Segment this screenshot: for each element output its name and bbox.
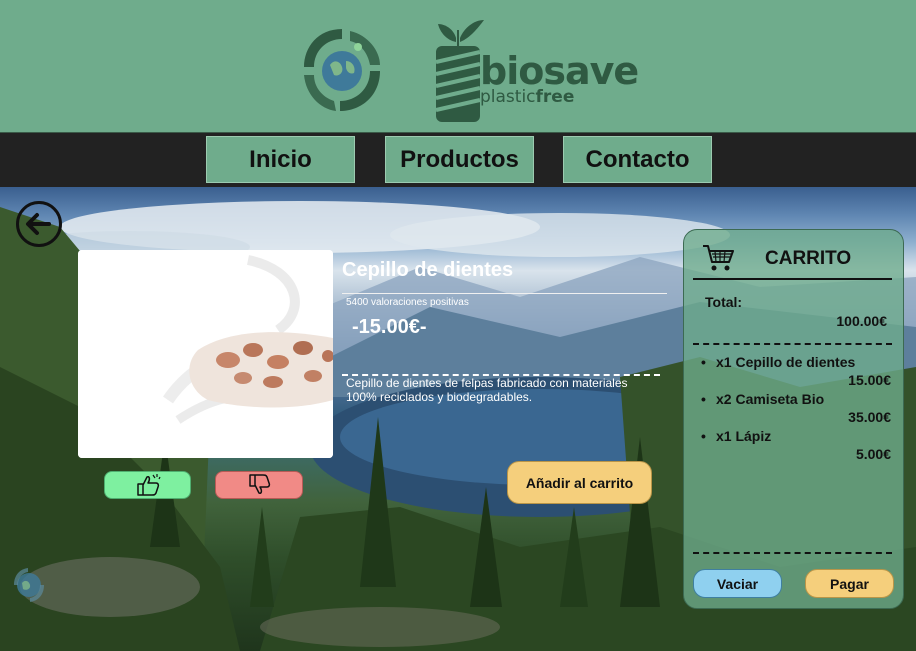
product-price: -15.00€- [352,316,427,338]
cart-item-price: 5.00€ [855,446,891,462]
nav-item-inicio[interactable]: Inicio [206,136,355,183]
small-globe-icon [14,568,44,602]
empty-cart-button[interactable]: Vaciar [693,569,782,598]
cart-item-list: • x1 Cepillo de dientes 15.00€ • x2 Cami… [701,354,891,465]
cart-total-label: Total: [705,294,743,310]
title-divider [342,293,667,294]
brand-tagline-prefix: plastic [480,87,536,107]
cart-header-divider [693,278,892,280]
cart-item: • x2 Camiseta Bio 35.00€ [701,391,891,428]
arrow-left-icon [26,213,51,235]
thumbs-down-icon [249,474,271,494]
back-button[interactable] [16,201,62,247]
pay-button[interactable]: Pagar [805,569,894,598]
add-to-cart-button[interactable]: Añadir al carrito [507,461,652,504]
product-description: Cepillo de dientes de felpas fabricado c… [346,376,628,404]
cart-item-bullet: • [701,428,706,444]
shopping-cart-icon [703,245,734,271]
product-ratings: 5400 valoraciones positivas [346,297,469,308]
cart-panel: CARRITO Total: 100.00€ • x1 Cepillo de d… [683,229,904,609]
cart-divider-bottom [693,552,892,554]
toothbrush-image [78,250,333,458]
brand-wordmark: biosave plasticfree [480,49,639,107]
cart-title: CARRITO [765,248,852,269]
cart-item-price: 35.00€ [848,409,891,425]
cart-item: • x1 Cepillo de dientes 15.00€ [701,354,891,391]
site-header: biosave plasticfree [0,0,916,133]
product-image [78,250,333,458]
recycle-globe-icon [304,29,380,111]
brand-tagline-suffix: free [535,87,575,107]
nav-item-productos[interactable]: Productos [385,136,534,183]
cart-item-name: x2 Camiseta Bio [716,391,825,407]
dislike-button[interactable] [215,471,303,499]
cart-total-value: 100.00€ [836,313,887,329]
thumbs-up-icon [136,474,161,496]
nav-item-contacto[interactable]: Contacto [563,136,712,183]
product-title: Cepillo de dientes [342,259,514,281]
bottle-leaf-icon [435,20,484,122]
cart-divider-top [693,343,892,345]
cart-item-bullet: • [701,391,706,407]
cart-item-price: 15.00€ [848,372,891,388]
cart-item-bullet: • [701,354,706,370]
brand-name: biosave [480,49,639,93]
cart-item-name: x1 Lápiz [716,428,772,444]
main-nav: Inicio Productos Contacto [0,133,916,187]
cart-item: • x1 Lápiz 5.00€ [701,428,891,465]
like-button[interactable] [104,471,191,499]
cart-item-name: x1 Cepillo de dientes [716,354,856,370]
